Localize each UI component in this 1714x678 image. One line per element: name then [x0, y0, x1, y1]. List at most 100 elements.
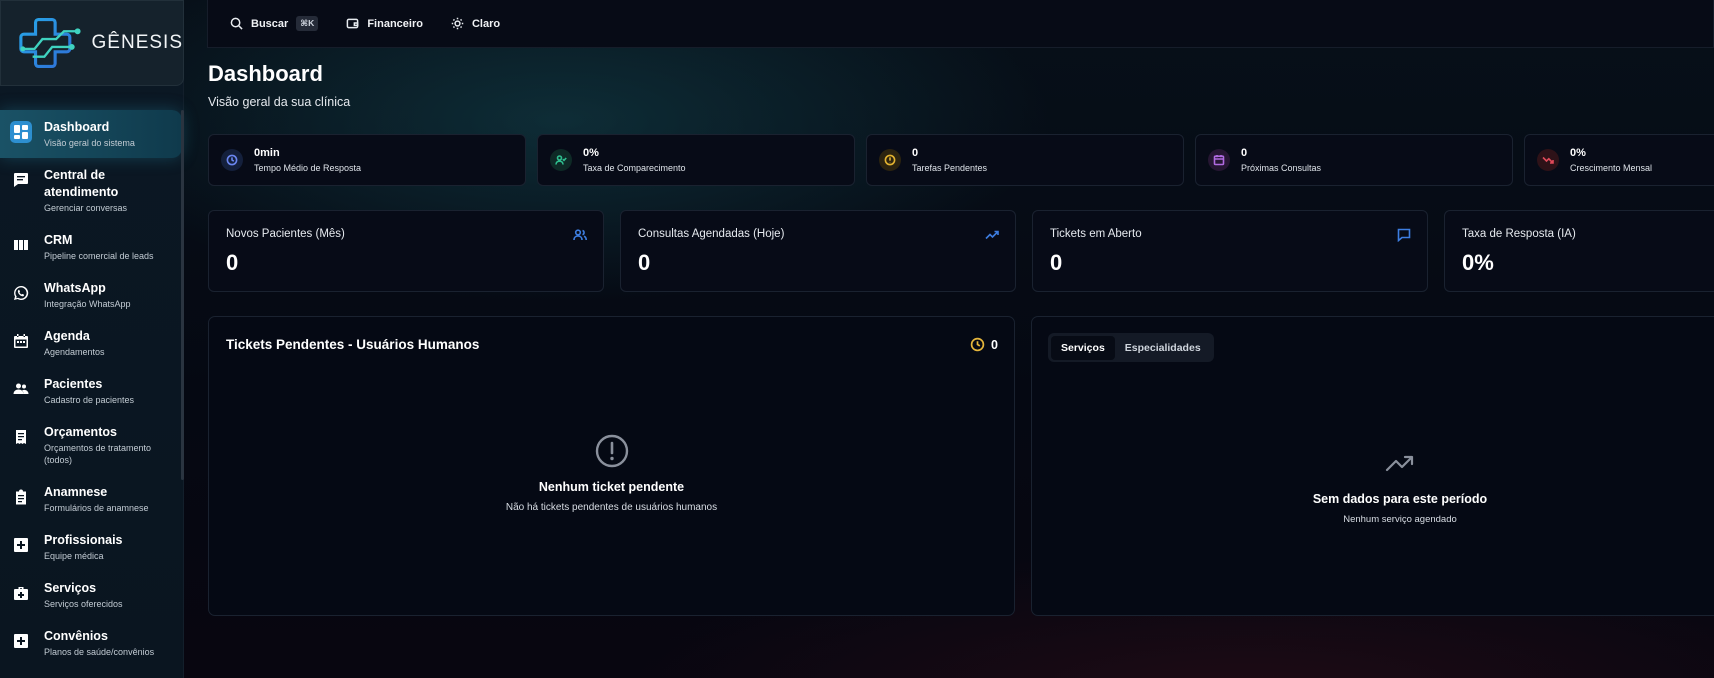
- wallet-icon: [346, 18, 359, 29]
- sidebar-item-subtitle: Serviços oferecidos: [44, 599, 123, 609]
- stat-avg-response-time: 0min Tempo Médio de Resposta: [208, 134, 526, 186]
- card-ai-response-rate: Taxa de Resposta (IA) 0%: [1444, 210, 1714, 292]
- receipt-icon: [10, 426, 32, 448]
- clipboard-icon: [10, 486, 32, 508]
- clock-icon: [221, 149, 243, 171]
- brand-logo[interactable]: GÊNESIS: [0, 0, 184, 86]
- services-tabs: Serviços Especialidades: [1048, 333, 1214, 362]
- sidebar-item-subtitle: Cadastro de pacientes: [44, 395, 135, 405]
- card-label: Taxa de Resposta (IA): [1462, 228, 1576, 240]
- search-button[interactable]: Buscar ⌘K: [230, 16, 319, 31]
- sidebar-item-label: Orçamentos: [44, 425, 117, 439]
- sidebar-item-anamnese[interactable]: Anamnese Formulários de anamnese: [0, 475, 182, 523]
- user-check-icon: [550, 149, 572, 171]
- stat-monthly-growth: 0% Crescimento Mensal: [1524, 134, 1714, 186]
- kanban-icon: [10, 234, 32, 256]
- card-new-patients: Novos Pacientes (Mês) 0: [208, 210, 604, 292]
- trending-up-icon: [1385, 455, 1414, 472]
- page-subtitle: Visão geral da sua clínica: [208, 95, 351, 109]
- sidebar-item-label: CRM: [44, 233, 73, 247]
- sidebar-item-subtitle: Planos de saúde/convênios: [44, 647, 155, 657]
- stat-label: Taxa de Comparecimento: [583, 162, 686, 173]
- sidebar-item-servicos[interactable]: Serviços Serviços oferecidos: [0, 571, 182, 619]
- brand-name: GÊNESIS: [91, 32, 183, 53]
- finance-button[interactable]: Financeiro: [346, 17, 423, 30]
- calendar-icon: [10, 330, 32, 352]
- sidebar-scrollbar[interactable]: [181, 110, 184, 480]
- message-icon: [1397, 228, 1411, 243]
- search-icon: [230, 17, 243, 30]
- tab-especialidades[interactable]: Especialidades: [1115, 336, 1211, 360]
- sidebar-item-subtitle: Pipeline comercial de leads: [44, 251, 154, 261]
- page-title: Dashboard: [208, 61, 323, 86]
- theme-toggle[interactable]: Claro: [451, 17, 500, 30]
- people-icon: [10, 378, 32, 400]
- sidebar-item-label: WhatsApp: [44, 281, 106, 295]
- sidebar-item-profissionais[interactable]: Profissionais Equipe médica: [0, 523, 182, 571]
- sidebar-item-convenios[interactable]: Convênios Planos de saúde/convênios: [0, 619, 182, 667]
- trending-down-icon: [1537, 149, 1559, 171]
- stat-value: 0%: [583, 146, 599, 159]
- sidebar-item-pacientes[interactable]: Pacientes Cadastro de pacientes: [0, 367, 182, 415]
- search-shortcut: ⌘K: [296, 16, 319, 31]
- card-value: 0: [226, 250, 239, 275]
- dashboard-icon: [10, 121, 32, 143]
- stat-value: 0: [912, 146, 919, 159]
- clock-icon: [970, 337, 985, 352]
- finance-label: Financeiro: [367, 17, 423, 30]
- sidebar-item-label: Dashboard: [44, 120, 110, 134]
- tab-servicos[interactable]: Serviços: [1051, 335, 1115, 360]
- sidebar-item-central-de-atendimento[interactable]: Central de atendimento Gerenciar convers…: [0, 158, 182, 223]
- sidebar-item-subtitle: Visão geral do sistema: [44, 138, 135, 148]
- sidebar-item-label: Convênios: [44, 629, 108, 643]
- stat-upcoming-appointments: 0 Próximas Consultas: [1195, 134, 1513, 186]
- stat-label: Crescimento Mensal: [1570, 162, 1653, 173]
- sidebar-item-label: Central de atendimento: [44, 168, 119, 199]
- sidebar: GÊNESIS Dashboard Visão geral do sistema…: [0, 0, 184, 678]
- stat-value: 0%: [1570, 146, 1586, 159]
- users-icon: [573, 228, 587, 242]
- sidebar-item-crm[interactable]: CRM Pipeline comercial de leads: [0, 223, 182, 271]
- stat-label: Próximas Consultas: [1241, 162, 1322, 173]
- stat-value: 0: [1241, 146, 1248, 159]
- medical-bag-icon: [10, 582, 32, 604]
- pending-count-badge: 0: [970, 337, 998, 352]
- sidebar-item-whatsapp[interactable]: WhatsApp Integração WhatsApp: [0, 271, 182, 319]
- pending-tickets-panel: Tickets Pendentes - Usuários Humanos 0 N…: [208, 316, 1015, 616]
- trending-up-icon: [985, 228, 999, 242]
- sidebar-item-label: Anamnese: [44, 485, 108, 499]
- empty-state: Sem dados para este período Nenhum servi…: [1032, 453, 1714, 525]
- whatsapp-icon: [10, 282, 32, 304]
- card-value: 0: [1050, 250, 1063, 275]
- empty-subtitle: Não há tickets pendentes de usuários hum…: [505, 502, 718, 513]
- card-label: Tickets em Aberto: [1050, 228, 1142, 240]
- sun-icon: [451, 17, 464, 30]
- top-bar: Buscar ⌘K Financeiro Claro: [207, 0, 1714, 48]
- sidebar-item-agenda[interactable]: Agenda Agendamentos: [0, 319, 182, 367]
- empty-title: Nenhum ticket pendente: [538, 480, 685, 494]
- pending-count-value: 0: [991, 337, 998, 352]
- sidebar-item-label: Agenda: [44, 329, 90, 343]
- sidebar-item-orcamentos[interactable]: Orçamentos Orçamentos de tratamento (tod…: [0, 415, 182, 475]
- medical-plus-icon: [10, 534, 32, 556]
- sidebar-item-label: Profissionais: [44, 533, 123, 547]
- card-label: Consultas Agendadas (Hoje): [638, 228, 785, 240]
- sidebar-item-dashboard[interactable]: Dashboard Visão geral do sistema: [0, 110, 182, 158]
- sidebar-nav: Dashboard Visão geral do sistema Central…: [0, 110, 184, 667]
- card-appointments-today: Consultas Agendadas (Hoje) 0: [620, 210, 1016, 292]
- sidebar-item-label: Pacientes: [44, 377, 103, 391]
- panel-title: Tickets Pendentes - Usuários Humanos: [226, 337, 480, 352]
- empty-title: Sem dados para este período: [1312, 492, 1488, 506]
- empty-subtitle: Nenhum serviço agendado: [1343, 514, 1457, 525]
- sidebar-item-subtitle: Integração WhatsApp: [44, 299, 131, 309]
- stat-label: Tarefas Pendentes: [912, 162, 988, 173]
- sidebar-item-subtitle: Equipe médica: [44, 551, 104, 561]
- stat-value: 0min: [254, 146, 280, 159]
- sidebar-item-subtitle: Formulários de anamnese: [44, 503, 149, 513]
- empty-state: Nenhum ticket pendente Não há tickets pe…: [209, 433, 1014, 513]
- theme-label: Claro: [471, 17, 501, 30]
- chat-icon: [10, 169, 32, 191]
- calendar-icon: [1208, 149, 1230, 171]
- card-value: 0: [638, 250, 651, 275]
- sidebar-item-subtitle: Agendamentos: [44, 347, 105, 357]
